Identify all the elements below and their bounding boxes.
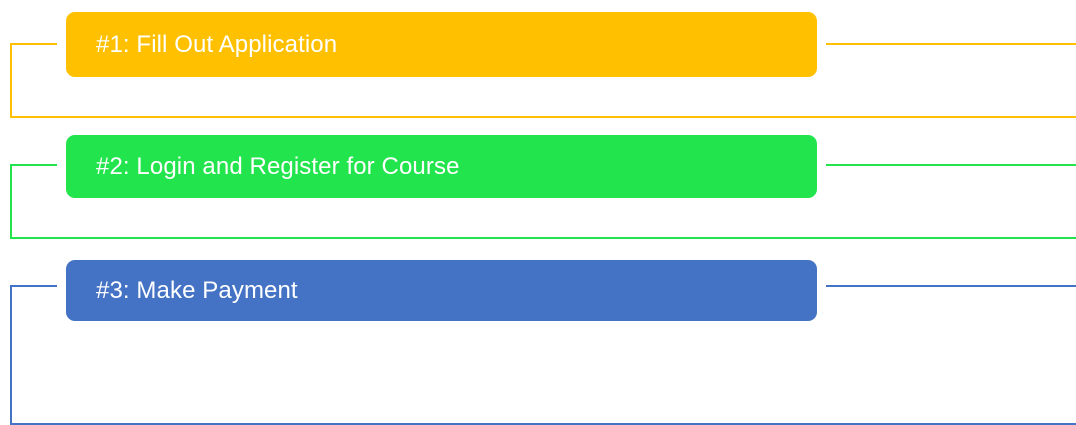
step-3-box: #3: Make Payment (66, 260, 817, 321)
step-1-box: #1: Fill Out Application (66, 12, 817, 77)
step-3: #3: Make Payment (0, 242, 1076, 425)
step-1: #1: Fill Out Application (0, 0, 1076, 121)
step-1-label: #1: Fill Out Application (96, 30, 338, 58)
step-3-label: #3: Make Payment (96, 276, 298, 304)
step-2-box: #2: Login and Register for Course (66, 135, 817, 198)
step-2-label: #2: Login and Register for Course (96, 152, 460, 180)
step-2: #2: Login and Register for Course (0, 121, 1076, 242)
